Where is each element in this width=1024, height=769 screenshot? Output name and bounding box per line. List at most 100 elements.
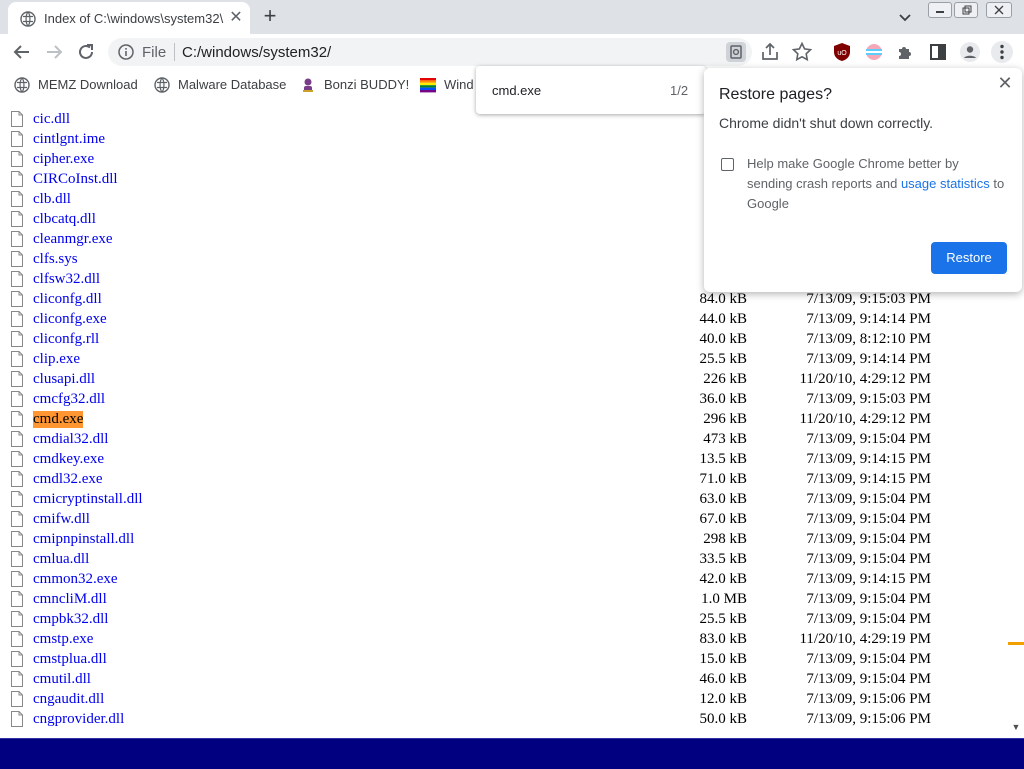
file-link[interactable]: CIRCoInst.dll	[33, 171, 118, 188]
file-link[interactable]: cintlgnt.ime	[33, 131, 105, 148]
file-link[interactable]: cngaudit.dll	[33, 691, 104, 708]
tab-close-icon[interactable]: ✕	[228, 10, 244, 26]
file-icon	[11, 291, 23, 307]
forward-arrow-icon[interactable]	[42, 40, 66, 64]
file-date: 7/13/09, 9:15:06 PM	[806, 691, 931, 707]
share-icon[interactable]	[758, 40, 782, 64]
file-icon	[11, 171, 23, 187]
file-row: cmutil.dll 46.0 kB 7/13/09, 9:15:04 PM	[0, 670, 1008, 690]
checkbox-label: Help make Google Chrome better by sendin…	[747, 154, 1007, 214]
file-link[interactable]: clbcatq.dll	[33, 211, 96, 228]
file-icon	[11, 191, 23, 207]
find-bar: cmd.exe 1/2	[476, 66, 706, 114]
file-size: 25.5 kB	[699, 351, 747, 367]
file-icon	[11, 211, 23, 227]
file-link[interactable]: cmutil.dll	[33, 671, 91, 688]
file-row: clip.exe 25.5 kB 7/13/09, 9:14:14 PM	[0, 350, 1008, 370]
bookmark-label: MEMZ Download	[38, 77, 138, 92]
new-tab-button[interactable]: +	[258, 5, 282, 29]
windows-flag-icon	[420, 78, 436, 93]
scroll-down-arrow-icon[interactable]: ▼	[1011, 722, 1021, 732]
file-link[interactable]: cmlua.dll	[33, 551, 89, 568]
file-row: cmpbk32.dll 25.5 kB 7/13/09, 9:15:04 PM	[0, 610, 1008, 630]
file-date: 7/13/09, 9:15:04 PM	[806, 551, 931, 567]
file-link[interactable]: cmcfg32.dll	[33, 391, 105, 408]
url-text[interactable]: C:/windows/system32/	[182, 44, 331, 61]
file-link[interactable]: clip.exe	[33, 351, 80, 368]
address-bar[interactable]: File C:/windows/system32/	[108, 38, 752, 66]
close-window-button[interactable]	[986, 2, 1012, 18]
file-link[interactable]: cliconfg.rll	[33, 331, 99, 348]
file-icon	[11, 391, 23, 407]
bonzi-icon	[303, 78, 313, 92]
tab-search-chevron-icon[interactable]	[896, 8, 914, 26]
globe-icon	[14, 77, 30, 93]
tab-strip: Index of C:\windows\system32\ ✕ +	[0, 0, 1024, 34]
file-icon	[11, 471, 23, 487]
file-date: 7/13/09, 9:14:15 PM	[806, 571, 931, 587]
file-size: 40.0 kB	[699, 331, 747, 347]
file-date: 7/13/09, 9:14:14 PM	[806, 311, 931, 327]
reload-icon[interactable]	[74, 40, 98, 64]
file-row: cliconfg.rll 40.0 kB 7/13/09, 8:12:10 PM	[0, 330, 1008, 350]
file-link[interactable]: cmncliM.dll	[33, 591, 107, 608]
file-icon	[11, 531, 23, 547]
file-link[interactable]: cmmon32.exe	[33, 571, 118, 588]
file-icon	[11, 591, 23, 607]
file-date: 7/13/09, 9:15:04 PM	[806, 531, 931, 547]
file-date: 7/13/09, 9:15:06 PM	[806, 711, 931, 727]
file-link[interactable]: clfs.sys	[33, 251, 78, 268]
restore-button[interactable]: Restore	[931, 242, 1007, 274]
toolbar: File C:/windows/system32/ uO	[0, 34, 1024, 70]
ublock-icon[interactable]: uO	[830, 40, 854, 64]
minimize-button[interactable]	[928, 2, 952, 18]
file-link[interactable]: cngprovider.dll	[33, 711, 124, 728]
crash-report-checkbox[interactable]	[721, 158, 734, 171]
file-link[interactable]: cipher.exe	[33, 151, 94, 168]
file-link[interactable]: cliconfg.exe	[33, 311, 107, 328]
file-icon	[11, 271, 23, 287]
file-row: cmcfg32.dll 36.0 kB 7/13/09, 9:15:03 PM	[0, 390, 1008, 410]
file-link[interactable]: cmstp.exe	[33, 631, 93, 648]
file-row: cmipnpinstall.dll 298 kB 7/13/09, 9:15:04 …	[0, 530, 1008, 550]
file-link[interactable]: cmipnpinstall.dll	[33, 531, 134, 548]
restore-window-button[interactable]	[954, 2, 978, 18]
file-row: cmdkey.exe 13.5 kB 7/13/09, 9:14:15 PM	[0, 450, 1008, 470]
find-in-page-icon[interactable]	[724, 40, 748, 64]
profile-avatar-icon[interactable]	[958, 40, 982, 64]
file-link[interactable]: cmdial32.dll	[33, 431, 108, 448]
file-link[interactable]: cliconfg.dll	[33, 291, 102, 308]
bookmark-star-icon[interactable]	[790, 40, 814, 64]
file-link[interactable]: cmicryptinstall.dll	[33, 491, 143, 508]
file-row: clusapi.dll 226 kB 11/20/10, 4:29:12 PM	[0, 370, 1008, 390]
file-size: 42.0 kB	[699, 571, 747, 587]
find-input[interactable]: cmd.exe	[492, 83, 541, 98]
file-link[interactable]: cmstplua.dll	[33, 651, 107, 668]
file-link[interactable]: clfsw32.dll	[33, 271, 100, 288]
file-date: 7/13/09, 9:14:15 PM	[806, 471, 931, 487]
file-link[interactable]: clb.dll	[33, 191, 71, 208]
file-size: 44.0 kB	[699, 311, 747, 327]
back-arrow-icon[interactable]	[10, 40, 34, 64]
file-link[interactable]: cmd.exe	[33, 411, 84, 428]
menu-kebab-icon[interactable]	[990, 40, 1014, 64]
file-size: 46.0 kB	[699, 671, 747, 687]
file-link[interactable]: cleanmgr.exe	[33, 231, 113, 248]
close-icon[interactable]: ✕	[996, 74, 1014, 92]
active-tab[interactable]: Index of C:\windows\system32\ ✕	[8, 2, 250, 34]
extension-flag-icon[interactable]	[862, 40, 886, 64]
extensions-puzzle-icon[interactable]	[894, 40, 918, 64]
file-row: cliconfg.exe 44.0 kB 7/13/09, 9:14:14 PM	[0, 310, 1008, 330]
file-link[interactable]: cic.dll	[33, 111, 70, 128]
file-link[interactable]: cmdl32.exe	[33, 471, 103, 488]
file-size: 83.0 kB	[699, 631, 747, 647]
file-link[interactable]: cmifw.dll	[33, 511, 90, 528]
file-icon	[11, 551, 23, 567]
file-link[interactable]: cmdkey.exe	[33, 451, 104, 468]
side-panel-icon[interactable]	[926, 40, 950, 64]
file-link[interactable]: cmpbk32.dll	[33, 611, 108, 628]
file-link[interactable]: clusapi.dll	[33, 371, 95, 388]
info-icon[interactable]	[118, 44, 134, 60]
file-icon	[11, 251, 23, 267]
usage-statistics-link[interactable]: usage statistics	[901, 176, 990, 191]
